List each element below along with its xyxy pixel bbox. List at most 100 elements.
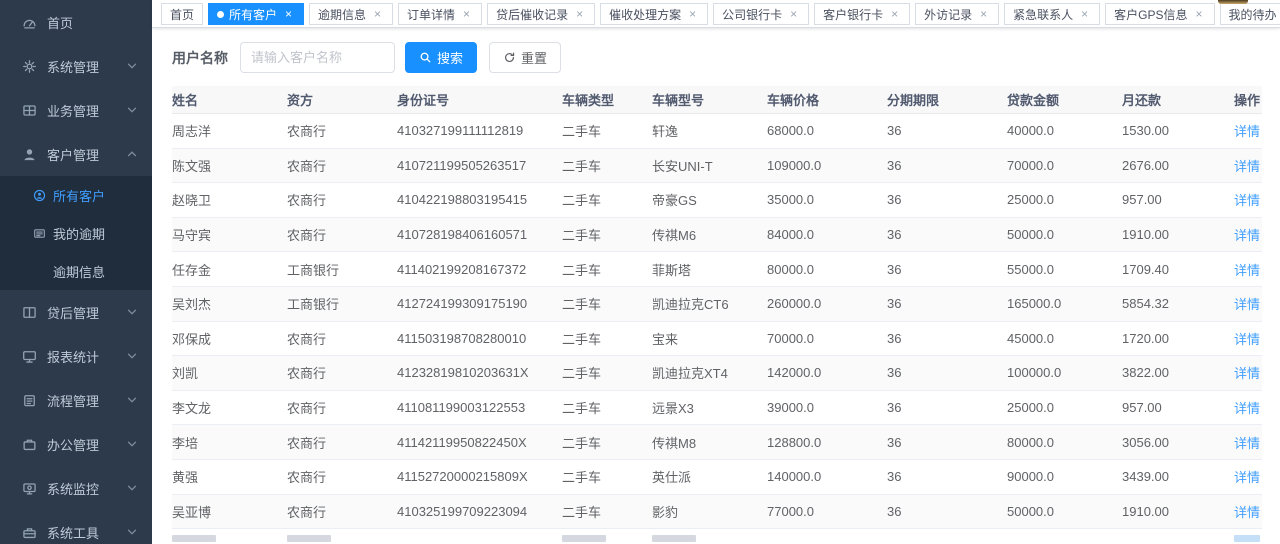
- cell-vehicle-price: 128800.0: [767, 435, 887, 450]
- cell-action: 详情: [1232, 156, 1262, 175]
- cell-action: 详情: [1232, 225, 1262, 244]
- detail-link[interactable]: 详情: [1234, 366, 1260, 381]
- search-form: 用户名称 搜索 重置: [172, 42, 1262, 73]
- tab-home[interactable]: 首页: [161, 3, 203, 25]
- sidebar-item-system-monitoring[interactable]: 系统监控: [0, 466, 152, 510]
- reset-button-label: 重置: [521, 48, 547, 67]
- close-icon[interactable]: ×: [686, 8, 699, 21]
- sidebar-item-process-management[interactable]: 流程管理: [0, 378, 152, 422]
- sidebar-item-business-management[interactable]: 业务管理: [0, 88, 152, 132]
- tab-company-bank-card[interactable]: 公司银行卡×: [713, 3, 809, 25]
- search-input[interactable]: [240, 42, 395, 73]
- cell-id-number: 411402199208167372: [397, 262, 562, 277]
- tab-visit-records[interactable]: 外访记录×: [915, 3, 999, 25]
- search-button[interactable]: 搜索: [405, 42, 477, 73]
- detail-link[interactable]: 详情: [1234, 332, 1260, 347]
- sidebar-subitem-all-customers[interactable]: 所有客户: [0, 176, 152, 214]
- cell-funder: 农商行: [287, 190, 397, 209]
- chevron-up-icon: [126, 148, 138, 160]
- tab-overdue-info[interactable]: 逾期信息×: [309, 3, 393, 25]
- sidebar-subitem-overdue-info[interactable]: 逾期信息: [0, 252, 152, 290]
- cell-funder: 工商银行: [287, 260, 397, 279]
- office-icon: [22, 437, 37, 452]
- detail-link[interactable]: 详情: [1234, 436, 1260, 451]
- close-icon[interactable]: ×: [371, 8, 384, 21]
- cell-funder: 农商行: [287, 121, 397, 140]
- detail-link[interactable]: 详情: [1234, 159, 1260, 174]
- cell-funder: 农商行: [287, 398, 397, 417]
- sidebar-item-office-management[interactable]: 办公管理: [0, 422, 152, 466]
- dashboard-icon: [22, 15, 37, 30]
- detail-link[interactable]: 详情: [1234, 470, 1260, 485]
- close-icon[interactable]: ×: [1078, 8, 1091, 21]
- close-icon[interactable]: ×: [888, 8, 901, 21]
- cell-installment-term: 36: [887, 158, 1007, 173]
- chevron-down-icon: [126, 306, 138, 318]
- cell-vehicle-type: 二手车: [562, 190, 652, 209]
- close-icon[interactable]: ×: [787, 8, 800, 21]
- cell-funder: 农商行: [287, 433, 397, 452]
- cell-vehicle-model: 轩逸: [652, 121, 767, 140]
- sidebar: 首页系统管理业务管理客户管理所有客户我的逾期逾期信息贷后管理报表统计流程管理办公…: [0, 0, 152, 544]
- cell-action: 详情: [1232, 467, 1262, 486]
- tab-postloan-collection-records[interactable]: 贷后催收记录×: [487, 3, 595, 25]
- cell-loan-amount: 55000.0: [1007, 262, 1122, 277]
- cell-monthly-payment: 3822.00: [1122, 365, 1232, 380]
- tab-customer-bank-card[interactable]: 客户银行卡×: [814, 3, 910, 25]
- sidebar-item-home[interactable]: 首页: [0, 0, 152, 44]
- cell-vehicle-type: 二手车: [562, 502, 652, 521]
- reset-button[interactable]: 重置: [489, 42, 561, 73]
- chevron-down-icon: [126, 482, 138, 494]
- detail-link[interactable]: 详情: [1234, 228, 1260, 243]
- tab-my-todo[interactable]: 我的待办×: [1220, 3, 1280, 25]
- detail-link[interactable]: 详情: [1234, 401, 1260, 416]
- active-tab-dot-icon: [217, 11, 224, 18]
- close-icon[interactable]: ×: [460, 8, 473, 21]
- detail-link[interactable]: 详情: [1234, 297, 1260, 312]
- sidebar-menu: 首页系统管理业务管理客户管理所有客户我的逾期逾期信息贷后管理报表统计流程管理办公…: [0, 0, 152, 544]
- monitor-icon: [22, 481, 37, 496]
- detail-link[interactable]: 详情: [1234, 193, 1260, 208]
- cell-vehicle-model: 凯迪拉克XT4: [652, 363, 767, 382]
- cell-id-number: 410721199505263517: [397, 158, 562, 173]
- sidebar-item-label: 系统管理: [47, 57, 126, 76]
- cell-vehicle-model: 菲斯塔: [652, 260, 767, 279]
- tab-order-detail[interactable]: 订单详情×: [398, 3, 482, 25]
- sidebar-item-postloan-management[interactable]: 贷后管理: [0, 290, 152, 334]
- sidebar-item-system-tools[interactable]: 系统工具: [0, 510, 152, 544]
- close-icon[interactable]: ×: [1193, 8, 1206, 21]
- detail-link[interactable]: 详情: [1234, 124, 1260, 139]
- cell-vehicle-model: 英仕派: [652, 467, 767, 486]
- my-overdue-icon: [33, 227, 46, 240]
- cell-id-number: 41142119950822450X: [397, 435, 562, 450]
- cell-action: 详情: [1232, 121, 1262, 140]
- tab-emergency-contacts[interactable]: 紧急联系人×: [1004, 3, 1100, 25]
- cell-vehicle-price: 68000.0: [767, 123, 887, 138]
- cell-funder: 农商行: [287, 502, 397, 521]
- tab-collection-plan[interactable]: 催收处理方案×: [600, 3, 708, 25]
- tab-customer-gps-info[interactable]: 客户GPS信息×: [1105, 3, 1214, 25]
- tab-all-customers[interactable]: 所有客户×: [208, 3, 304, 25]
- table-header: 姓名资方身份证号车辆类型车辆型号车辆价格分期期限贷款金额月还款操作: [172, 86, 1262, 114]
- cell-loan-amount: 80000.0: [1007, 435, 1122, 450]
- cell-name: 李文龙: [172, 398, 287, 417]
- detail-link[interactable]: 详情: [1234, 263, 1260, 278]
- detail-link[interactable]: 详情: [1234, 505, 1260, 520]
- customer-table: 姓名资方身份证号车辆类型车辆型号车辆价格分期期限贷款金额月还款操作 周志洋农商行…: [172, 86, 1262, 544]
- sidebar-subitem-my-overdue[interactable]: 我的逾期: [0, 214, 152, 252]
- sidebar-item-system-management[interactable]: 系统管理: [0, 44, 152, 88]
- close-icon[interactable]: ×: [573, 8, 586, 21]
- close-icon[interactable]: ×: [977, 8, 990, 21]
- cell-installment-term: 36: [887, 435, 1007, 450]
- close-icon[interactable]: ×: [282, 8, 295, 21]
- table-row: 李文龙农商行411081199003122553二手车远景X339000.036…: [172, 391, 1262, 426]
- table-row: 陈文强农商行410721199505263517二手车长安UNI-T109000…: [172, 149, 1262, 184]
- grid-icon: [22, 103, 37, 118]
- sidebar-item-label: 系统工具: [47, 523, 126, 542]
- cell-vehicle-model: 长安UNI-T: [652, 156, 767, 175]
- sidebar-item-report-statistics[interactable]: 报表统计: [0, 334, 152, 378]
- sidebar-item-customer-management[interactable]: 客户管理: [0, 132, 152, 176]
- column-header-funder: 资方: [287, 90, 397, 109]
- cell-funder: 农商行: [287, 329, 397, 348]
- cell-vehicle-type: 二手车: [562, 294, 652, 313]
